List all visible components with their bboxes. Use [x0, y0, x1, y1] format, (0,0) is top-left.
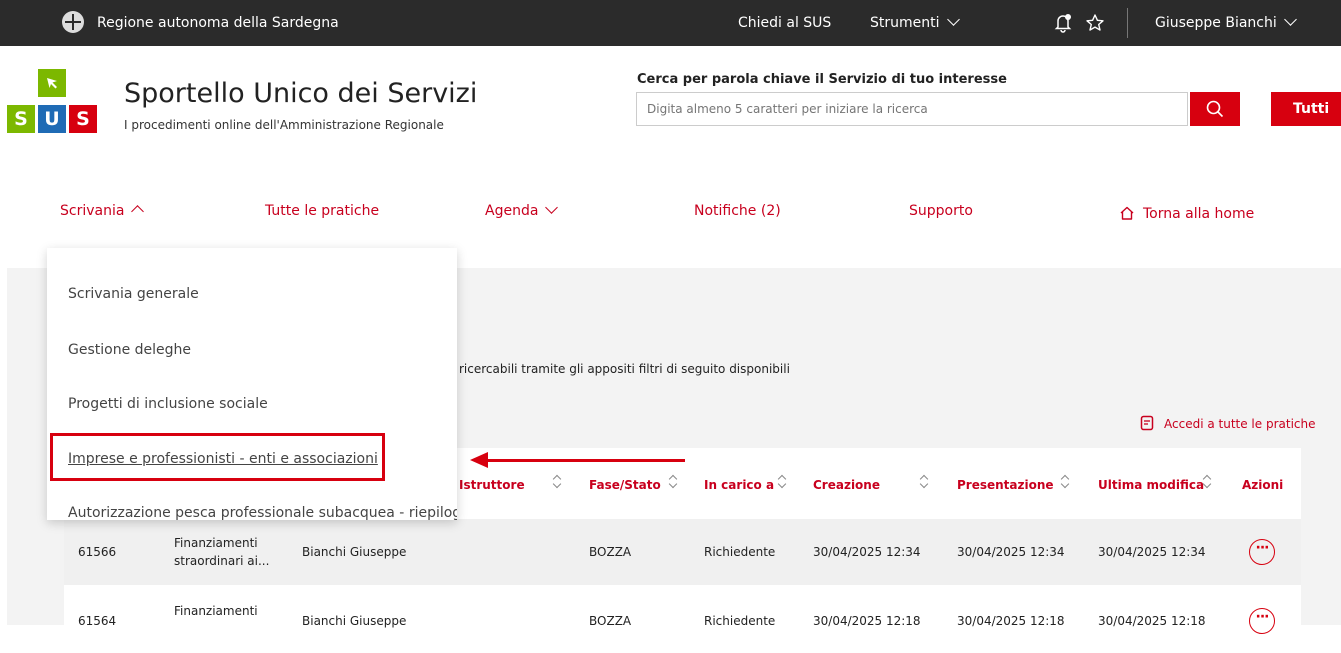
- chevron-down-icon: [545, 201, 559, 214]
- nav-tutte-le-pratiche[interactable]: Tutte le pratiche: [265, 203, 379, 219]
- created-date: 30/04/2025 12:18: [813, 614, 921, 628]
- dropdown-item-gestione-deleghe[interactable]: Gestione deleghe: [68, 342, 191, 358]
- logo-letter: S: [69, 105, 97, 133]
- dropdown-item-pesca-subacquea[interactable]: Autorizzazione pesca professionale subac…: [68, 505, 457, 520]
- intro-text: ricercabili tramite gli appositi filtri …: [459, 362, 790, 376]
- search-label: Cerca per parola chiave il Servizio di t…: [637, 72, 1007, 87]
- pratica-name: Finanziamenti: [174, 604, 258, 618]
- dropdown-item-scrivania-generale[interactable]: Scrivania generale: [68, 286, 199, 302]
- applicant: Bianchi Giuseppe: [302, 614, 407, 628]
- chevron-up-icon: [131, 205, 145, 218]
- site-title[interactable]: Sportello Unico dei Servizi: [124, 78, 477, 109]
- applicant: Bianchi Giuseppe: [302, 545, 407, 559]
- pratica-name: straordinari ai...: [174, 554, 270, 568]
- site-subtitle: I procedimenti online dell'Amministrazio…: [124, 118, 444, 132]
- modified-date: 30/04/2025 12:34: [1098, 545, 1206, 559]
- region-crest-icon: [62, 11, 84, 33]
- top-bar: Regione autonoma della Sardegna Chiedi a…: [0, 0, 1341, 46]
- column-header: Azioni: [1242, 478, 1284, 492]
- sort-icon[interactable]: [553, 474, 561, 488]
- assignee: Richiedente: [704, 545, 776, 559]
- pratica-name: Finanziamenti: [174, 536, 258, 550]
- ask-sus-link[interactable]: Chiedi al SUS: [738, 0, 831, 46]
- nav-label: Torna alla home: [1143, 206, 1255, 222]
- column-header[interactable]: Fase/Stato: [589, 478, 661, 492]
- access-all-link[interactable]: Accedi a tutte le pratiche: [1140, 415, 1316, 431]
- column-header[interactable]: Istruttore: [459, 478, 525, 492]
- sort-icon[interactable]: [1203, 474, 1211, 488]
- home-icon: [1120, 206, 1134, 220]
- search-icon: [1206, 100, 1224, 118]
- submitted-date: 30/04/2025 12:18: [957, 614, 1065, 628]
- sort-icon[interactable]: [920, 474, 928, 488]
- column-header[interactable]: Ultima modifica: [1098, 478, 1204, 492]
- divider: [1127, 8, 1128, 38]
- state: BOZZA: [589, 545, 632, 559]
- highlight-box: [50, 433, 385, 481]
- region-name[interactable]: Regione autonoma della Sardegna: [97, 0, 339, 46]
- search-button[interactable]: [1190, 92, 1240, 126]
- nav-label: Scrivania: [60, 203, 125, 219]
- user-name: Giuseppe Bianchi: [1155, 15, 1277, 31]
- chevron-down-icon: [946, 13, 960, 26]
- search-input[interactable]: [636, 92, 1188, 126]
- document-icon: [1140, 415, 1154, 431]
- sort-icon[interactable]: [669, 474, 677, 488]
- nav-label: Agenda: [485, 203, 539, 219]
- annotation-arrow-head: [470, 452, 488, 468]
- nav-supporto[interactable]: Supporto: [909, 203, 973, 219]
- nav-notifiche[interactable]: Notifiche (2): [694, 203, 781, 219]
- submitted-date: 30/04/2025 12:34: [957, 545, 1065, 559]
- assignee: Richiedente: [704, 614, 776, 628]
- logo-letter: U: [38, 105, 66, 133]
- dropdown-item-progetti-inclusione[interactable]: Progetti di inclusione sociale: [68, 396, 268, 412]
- sort-icon[interactable]: [778, 474, 786, 488]
- scope-select[interactable]: Tutti: [1271, 92, 1341, 126]
- pratica-id[interactable]: 61564: [78, 614, 116, 628]
- sus-logo[interactable]: S U S: [0, 69, 110, 133]
- access-all-label: Accedi a tutte le pratiche: [1164, 417, 1316, 431]
- cursor-icon: [38, 69, 66, 97]
- state: BOZZA: [589, 614, 632, 628]
- tools-label: Strumenti: [870, 15, 940, 31]
- column-header[interactable]: Presentazione: [957, 478, 1054, 492]
- bell-icon[interactable]: [1054, 0, 1072, 46]
- chevron-down-icon: [1283, 13, 1297, 26]
- star-icon[interactable]: [1085, 0, 1105, 46]
- sort-icon[interactable]: [1061, 474, 1069, 488]
- created-date: 30/04/2025 12:34: [813, 545, 921, 559]
- logo-letter: S: [7, 105, 35, 133]
- nav-home[interactable]: Torna alla home: [1119, 205, 1254, 222]
- more-actions-icon[interactable]: ···: [1249, 539, 1275, 565]
- modified-date: 30/04/2025 12:18: [1098, 614, 1206, 628]
- tools-menu[interactable]: Strumenti: [870, 0, 960, 46]
- nav-agenda[interactable]: Agenda: [485, 201, 559, 219]
- user-menu[interactable]: Giuseppe Bianchi: [1155, 0, 1297, 46]
- annotation-arrow: [485, 459, 685, 462]
- nav-scrivania[interactable]: Scrivania: [60, 203, 145, 219]
- column-header[interactable]: In carico a: [704, 478, 774, 492]
- pratica-id[interactable]: 61566: [78, 545, 116, 559]
- column-header[interactable]: Creazione: [813, 478, 880, 492]
- more-actions-icon[interactable]: ···: [1249, 608, 1275, 634]
